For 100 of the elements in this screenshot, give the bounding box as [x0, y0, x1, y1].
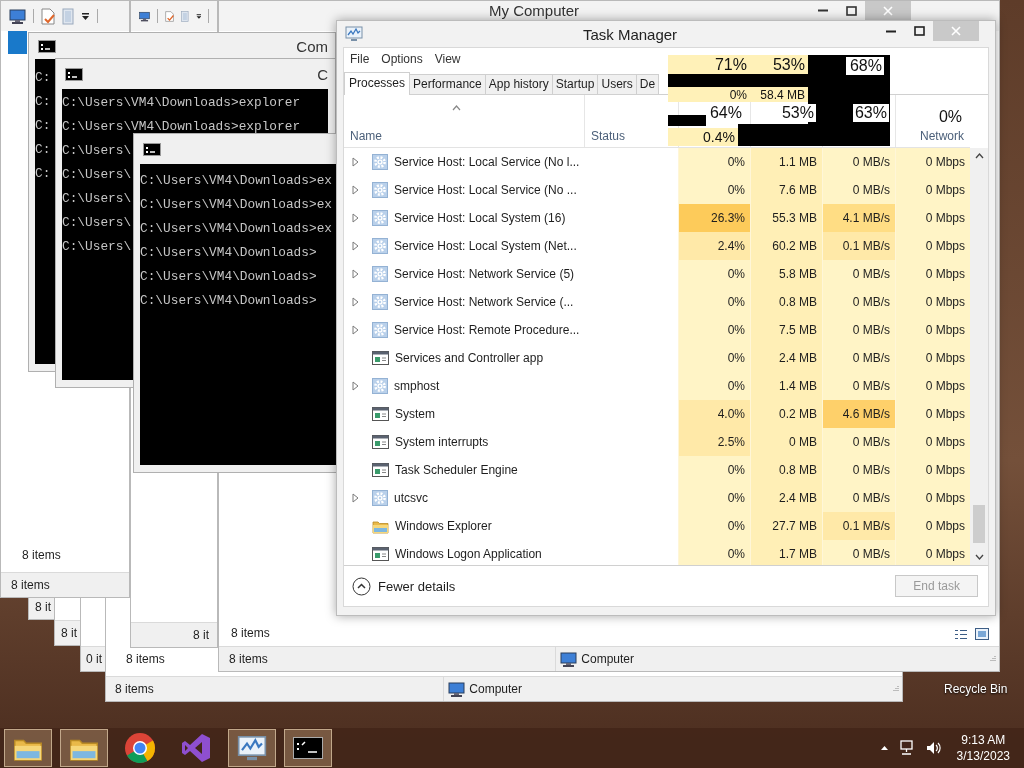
console-line: C:: [35, 165, 51, 183]
status-text: 8 items: [229, 652, 268, 666]
item-count: 8 items: [22, 548, 61, 562]
table-cell: 2.4 MB: [750, 484, 822, 512]
table-cell: 2.4 MB: [750, 344, 822, 372]
dropdown-caret-icon[interactable]: [195, 11, 202, 21]
fewer-details-button[interactable]: Fewer details: [350, 574, 458, 598]
taskbar-button[interactable]: [4, 729, 52, 767]
table-cell: 27.7 MB: [750, 512, 822, 540]
usage-reading: 71%: [668, 55, 750, 74]
expand-arrow-icon[interactable]: [352, 325, 359, 335]
table-cell: 5.8 MB: [750, 260, 822, 288]
document-check-icon[interactable]: [41, 7, 55, 25]
table-cell: 4.0%: [678, 400, 750, 428]
console-line: C:\Users\: [62, 142, 132, 160]
expand-arrow-icon[interactable]: [352, 297, 359, 307]
table-cell: 26.3%: [678, 204, 750, 232]
desktop-icon-label[interactable]: Recycle Bin: [944, 682, 1008, 696]
table-cell: 0.8 MB: [750, 288, 822, 316]
details-view-icon[interactable]: [954, 628, 968, 640]
table-cell: 4.6 MB/s: [822, 400, 895, 428]
taskbar-button[interactable]: [284, 729, 332, 767]
resize-grip-icon[interactable]: [988, 655, 996, 663]
tab[interactable]: Performance: [409, 74, 486, 94]
tab[interactable]: Startup: [551, 74, 599, 94]
table-cell: 0 MB/s: [822, 372, 895, 400]
close-icon: [883, 5, 893, 16]
table-cell: 0%: [678, 316, 750, 344]
sort-caret-icon[interactable]: [452, 105, 461, 111]
clock[interactable]: 9:13 AM 3/13/2023: [956, 732, 1010, 764]
menu-item[interactable]: File: [344, 50, 376, 68]
expand-arrow-icon[interactable]: [352, 157, 359, 167]
collapse-circle-icon: [352, 576, 371, 596]
console-line: C:: [35, 117, 51, 135]
tab[interactable]: De: [635, 74, 660, 94]
expand-arrow-icon[interactable]: [352, 493, 359, 503]
network-icon[interactable]: [898, 740, 915, 756]
tab[interactable]: App history: [484, 74, 553, 94]
table-cell: 0 Mbps: [895, 176, 970, 204]
table-cell: 0 Mbps: [895, 316, 970, 344]
usage-reading: 0%: [668, 87, 750, 102]
gear-icon: [372, 490, 388, 506]
column-header[interactable]: Name: [350, 129, 382, 143]
status-text: 0 it: [86, 652, 102, 666]
gear-icon: [372, 210, 388, 226]
expand-arrow-icon[interactable]: [352, 185, 359, 195]
table-cell: 1.1 MB: [750, 148, 822, 176]
console-line: C:\Users\: [62, 214, 132, 232]
process-name: Service Host: Network Service (5): [394, 267, 575, 281]
table-cell: 0 Mbps: [895, 372, 970, 400]
gear-icon: [372, 266, 388, 282]
tab[interactable]: Users: [597, 74, 637, 94]
table-cell: 0%: [678, 512, 750, 540]
table-cell: 0 Mbps: [895, 428, 970, 456]
table-cell: 0 Mbps: [895, 148, 970, 176]
table-cell: 0 MB/s: [822, 288, 895, 316]
expand-arrow-icon[interactable]: [352, 241, 359, 251]
table-cell: 0 MB/s: [822, 484, 895, 512]
table-cell: 0 MB/s: [822, 540, 895, 565]
monitor-chart-icon: [345, 26, 363, 42]
column-header[interactable]: Network: [920, 129, 964, 143]
column-header[interactable]: Status: [591, 129, 626, 143]
process-name: Windows Logon Application: [395, 547, 542, 561]
gear-icon: [372, 154, 388, 170]
monitor-chart-icon: [237, 734, 267, 762]
process-name: smphost: [394, 379, 440, 393]
table-cell: 2.4%: [678, 232, 750, 260]
menu-item[interactable]: View: [428, 50, 467, 68]
speaker-icon[interactable]: [924, 740, 943, 756]
process-name: utcsvc: [394, 491, 428, 505]
scroll-thumb[interactable]: [973, 505, 985, 543]
taskbar-button[interactable]: [60, 729, 108, 767]
large-icons-view-icon[interactable]: [975, 628, 989, 640]
table-cell: 0 MB/s: [822, 344, 895, 372]
window-title: Com: [296, 37, 328, 55]
console-line: C:\Users\: [62, 238, 132, 256]
table-cell: 7.5 MB: [750, 316, 822, 344]
menu-item[interactable]: Options: [375, 50, 429, 68]
table-cell: 0 Mbps: [895, 344, 970, 372]
expand-arrow-icon[interactable]: [352, 269, 359, 279]
minimize-icon: [818, 9, 828, 12]
gear-icon: [372, 322, 388, 338]
table-cell: 0 Mbps: [895, 260, 970, 288]
window-title: My Computer: [489, 2, 580, 19]
expand-arrow-icon[interactable]: [352, 213, 359, 223]
process-name: System: [395, 407, 435, 421]
expand-arrow-icon[interactable]: [352, 381, 359, 391]
table-cell: 0%: [678, 540, 750, 565]
taskbar-button[interactable]: [228, 729, 276, 767]
console-line: C:: [35, 93, 51, 111]
tab[interactable]: Processes: [344, 72, 411, 95]
console-icon: [143, 142, 161, 156]
process-name: Service Host: Local System (16): [394, 211, 566, 225]
dropdown-caret-icon[interactable]: [81, 11, 90, 21]
resize-grip-icon[interactable]: [891, 685, 899, 693]
console-line: C:\Users\VM4\Downloads>: [140, 268, 317, 286]
status-text: 8 it: [61, 626, 77, 640]
table-cell: 1.7 MB: [750, 540, 822, 565]
show-hidden-icons-caret[interactable]: [879, 745, 889, 751]
console-line: C:\Users\VM4\Downloads>: [140, 292, 317, 310]
